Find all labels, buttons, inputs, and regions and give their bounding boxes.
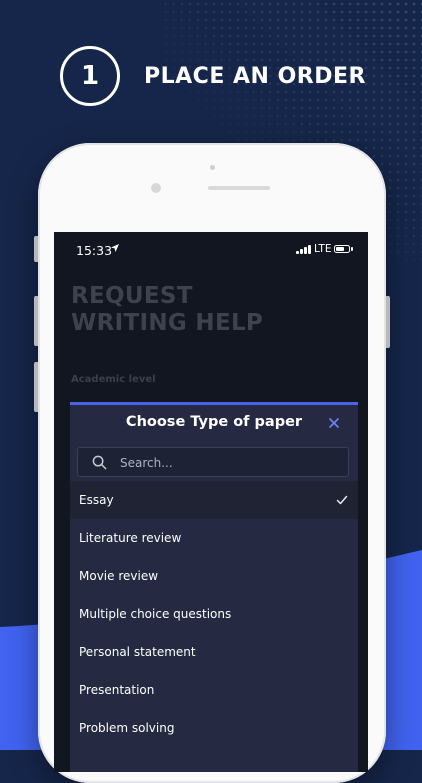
option-movie-review[interactable]: Movie review (70, 557, 358, 595)
paper-type-modal: Choose Type of paper Essay (70, 402, 358, 772)
step-number-badge: 1 (60, 46, 120, 106)
status-bar: 15:33 LTE (54, 232, 368, 266)
phone-sensor (210, 165, 215, 170)
status-time: 15:33 (76, 243, 113, 258)
phone-screen: 15:33 LTE REQUEST WRITING HELP Academic … (54, 232, 368, 772)
page-title: REQUEST WRITING HELP (71, 283, 264, 336)
search-input[interactable] (118, 451, 342, 475)
phone-camera (151, 183, 161, 193)
modal-header: Choose Type of paper (70, 405, 358, 445)
option-label: Essay (79, 493, 114, 507)
academic-level-label: Academic level (71, 374, 156, 385)
option-presentation[interactable]: Presentation (70, 671, 358, 709)
option-literature-review[interactable]: Literature review (70, 519, 358, 557)
search-icon (92, 455, 107, 470)
battery-icon (334, 245, 350, 253)
option-multiple-choice-questions[interactable]: Multiple choice questions (70, 595, 358, 633)
option-label: Multiple choice questions (79, 607, 232, 621)
option-label: Personal statement (79, 645, 196, 659)
battery-cap (351, 247, 353, 251)
close-icon (329, 418, 339, 428)
option-essay[interactable]: Essay (70, 481, 358, 519)
close-button[interactable] (325, 414, 343, 432)
phone-frame: 15:33 LTE REQUEST WRITING HELP Academic … (38, 143, 386, 783)
signal-strength-icon (296, 245, 311, 254)
step-number: 1 (80, 61, 100, 91)
step-title: PLACE AN ORDER (144, 63, 366, 89)
network-type: LTE (314, 243, 332, 255)
option-label: Presentation (79, 683, 155, 697)
option-label: Movie review (79, 569, 159, 583)
modal-title: Choose Type of paper (125, 414, 303, 430)
option-label: Problem solving (79, 721, 175, 735)
checkmark-icon (336, 495, 348, 505)
paper-type-list: Essay Literature review Movie review Mul… (70, 481, 358, 747)
option-label: Literature review (79, 531, 182, 545)
option-personal-statement[interactable]: Personal statement (70, 633, 358, 671)
search-box[interactable] (77, 447, 349, 477)
step-header: 1 PLACE AN ORDER (60, 46, 366, 106)
location-arrow-icon (111, 244, 119, 252)
option-problem-solving[interactable]: Problem solving (70, 709, 358, 747)
phone-speaker (208, 186, 270, 190)
